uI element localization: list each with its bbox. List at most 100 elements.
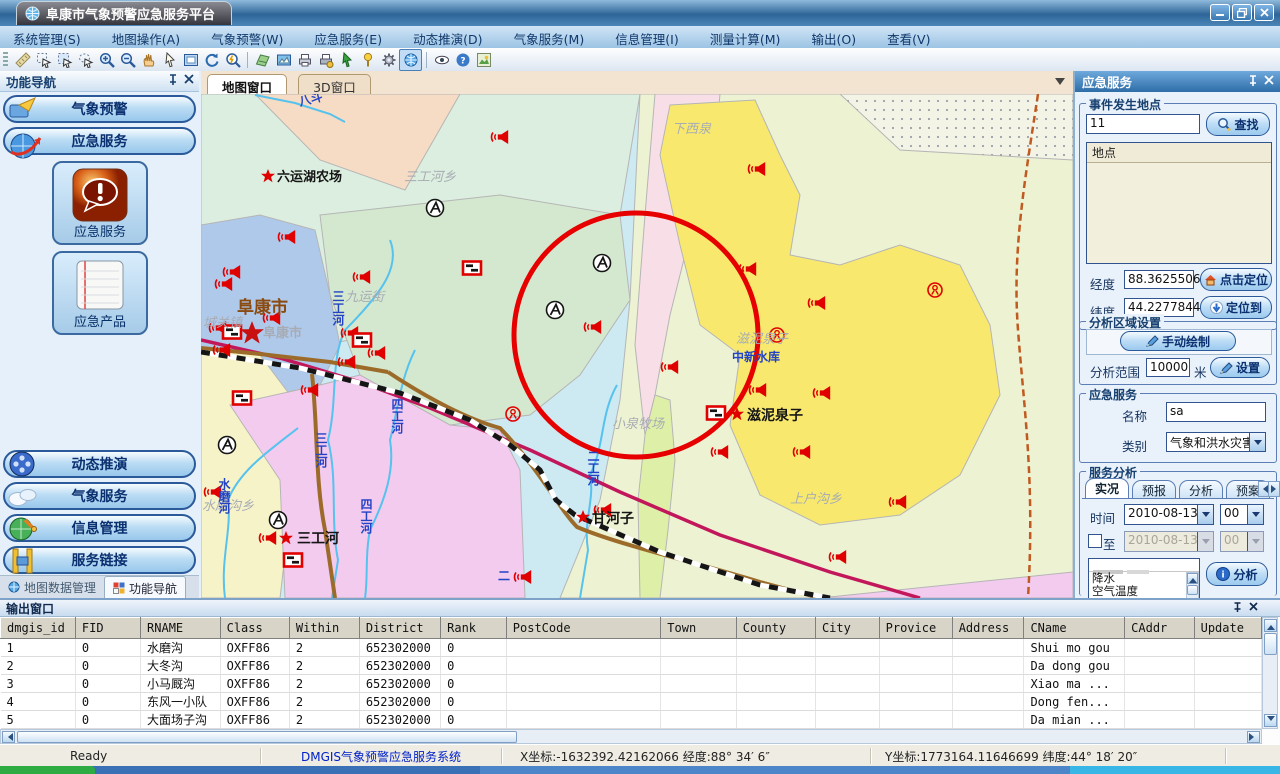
output-table-container[interactable]: dmgis_idFIDRNAMEClassWithinDistrictRankP… (0, 617, 1262, 729)
refresh-icon[interactable] (201, 50, 222, 70)
help-icon[interactable]: ? (452, 50, 473, 70)
station-flag-icon[interactable] (233, 392, 251, 405)
full-extent-icon[interactable] (180, 50, 201, 70)
select-arrow-icon[interactable] (33, 50, 54, 70)
swipe-eye-icon[interactable] (431, 50, 452, 70)
globe-service-icon[interactable] (399, 49, 422, 71)
menu-measurement[interactable]: 测量计算(M) (697, 26, 794, 48)
emergency-product-big-button[interactable]: 应急产品 (52, 251, 148, 335)
zoom-out-icon[interactable] (117, 50, 138, 70)
output-hscrollbar[interactable] (0, 729, 1262, 744)
locate-to-button[interactable]: 定位到 (1200, 296, 1272, 319)
column-header[interactable]: Within (289, 618, 359, 639)
map-svg[interactable]: 八斗 六运湖农场 三工河乡 下西泉 九运街 阜康市 城关镇 阜康市 滋泥泉子 中… (201, 94, 1073, 598)
nav-group-emergency-service[interactable]: 应急服务 (3, 127, 196, 155)
column-header[interactable]: FID (75, 618, 140, 639)
column-header[interactable]: County (736, 618, 815, 639)
column-header[interactable]: Update (1194, 618, 1261, 639)
pin-icon[interactable] (168, 74, 178, 86)
click-locate-button[interactable]: 点击定位 (1200, 268, 1272, 291)
analyze-button[interactable]: i 分析 (1206, 562, 1268, 586)
identify-cursor-icon[interactable] (336, 50, 357, 70)
nav-group-weather-warning[interactable]: 气象预警 (3, 95, 196, 123)
to-checkbox[interactable] (1088, 534, 1102, 548)
longitude-input[interactable]: 88.3625506 (1124, 270, 1194, 289)
nav-group-weather-service[interactable]: 气象服务 (3, 482, 196, 510)
close-icon[interactable] (184, 74, 194, 84)
pan-hand-icon[interactable] (138, 50, 159, 70)
hour-dropdown[interactable]: 00 (1220, 504, 1264, 525)
monument-circle-icon[interactable] (270, 512, 287, 529)
analysis-range-input[interactable]: 10000 (1146, 358, 1190, 377)
map-canvas[interactable]: 八斗 六运湖农场 三工河乡 下西泉 九运街 阜康市 城关镇 阜康市 滋泥泉子 中… (201, 94, 1073, 598)
tab-analysis[interactable]: 分析 (1179, 480, 1223, 498)
date-dropdown[interactable]: 2010-08-13 (1124, 504, 1214, 525)
column-header[interactable]: CName (1024, 618, 1125, 639)
menu-map-operations[interactable]: 地图操作(A) (99, 26, 193, 48)
location-list-header[interactable]: 地点 (1087, 143, 1271, 163)
table-row[interactable]: 30小马厩沟OXFF8626523020000Xiao ma ... (1, 675, 1262, 693)
scroll-up-icon[interactable] (1264, 619, 1277, 632)
location-list[interactable]: 地点 (1086, 142, 1272, 264)
column-header[interactable]: RNAME (141, 618, 221, 639)
dropdown-arrow-icon[interactable] (1197, 505, 1213, 524)
date-to-dropdown[interactable]: 2010-08-13 (1124, 531, 1214, 552)
find-button[interactable]: 查找 (1206, 112, 1270, 136)
menu-weather-service[interactable]: 气象服务(M) (501, 26, 598, 48)
menu-info-management[interactable]: 信息管理(I) (602, 26, 691, 48)
station-flag-icon[interactable] (707, 407, 725, 420)
column-header[interactable]: PostCode (506, 618, 661, 639)
menu-dynamic-simulation[interactable]: 动态推演(D) (400, 26, 495, 48)
menu-system[interactable]: 系统管理(S) (0, 26, 94, 48)
nav-group-dynamic-simulation[interactable]: 动态推演 (3, 450, 196, 478)
pin-marker-icon[interactable] (357, 50, 378, 70)
column-header[interactable]: Rank (441, 618, 507, 639)
tab-function-navigation[interactable]: 功能导航 (104, 576, 186, 599)
menu-emergency-service[interactable]: 应急服务(E) (301, 26, 395, 48)
emergency-service-big-button[interactable]: 应急服务 (52, 161, 148, 245)
dropdown-arrow-icon[interactable] (1247, 532, 1263, 551)
scroll-right-icon[interactable] (1247, 731, 1260, 743)
station-flag-icon[interactable] (463, 262, 481, 275)
dropdown-arrow-icon[interactable] (1197, 532, 1213, 551)
tab-live[interactable]: 实况 (1085, 478, 1129, 498)
hour-to-dropdown[interactable]: 00 (1220, 531, 1264, 552)
monument-circle-icon[interactable] (594, 255, 611, 272)
scroll-up-icon[interactable] (1187, 573, 1198, 584)
overview-image-icon[interactable] (473, 50, 494, 70)
station-flag-icon[interactable] (284, 554, 302, 567)
column-header[interactable]: Address (952, 618, 1024, 639)
table-row[interactable]: 40东风一小队OXFF8626523020000Dong fen... (1, 693, 1262, 711)
column-header[interactable]: Provice (879, 618, 952, 639)
menu-view[interactable]: 查看(V) (874, 26, 943, 48)
column-header[interactable]: CAddr (1125, 618, 1194, 639)
monument-circle-icon[interactable] (427, 200, 444, 217)
element-listbox[interactable]: 降水 空气温度 (1088, 558, 1200, 600)
print-setup-icon[interactable] (315, 50, 336, 70)
manual-draw-button[interactable]: 手动绘制 (1120, 331, 1236, 351)
column-header[interactable]: dmgis_id (1, 618, 76, 639)
listbox-scrollbar[interactable] (1186, 572, 1199, 599)
scroll-left-icon[interactable] (2, 731, 15, 743)
tab-map-data-management[interactable]: 地图数据管理 (0, 576, 104, 598)
service-type-dropdown[interactable]: 气象和洪水灾害 (1166, 432, 1266, 452)
monument-circle-icon[interactable] (219, 437, 236, 454)
table-row[interactable]: 10水磨沟OXFF8626523020000Shui mo gou (1, 639, 1262, 657)
close-icon[interactable] (1249, 602, 1258, 611)
table-row[interactable]: 20大冬沟OXFF8626523020000Da dong gou (1, 657, 1262, 675)
toolbar-grip[interactable] (3, 52, 8, 68)
menu-output[interactable]: 输出(O) (798, 26, 869, 48)
set-button[interactable]: 设置 (1210, 357, 1270, 378)
layers-map-icon[interactable] (252, 50, 273, 70)
export-image-icon[interactable] (273, 50, 294, 70)
location-search-input[interactable]: 11 (1086, 114, 1200, 134)
dropdown-arrow-icon[interactable] (1247, 505, 1263, 524)
close-icon[interactable] (1264, 75, 1274, 85)
monument-circle-icon[interactable] (547, 302, 564, 319)
table-row[interactable]: 50大面场子沟OXFF8626523020000Da mian ... (1, 711, 1262, 729)
restore-button[interactable] (1232, 4, 1252, 21)
minimize-button[interactable] (1210, 4, 1230, 21)
station-flag-icon[interactable] (353, 334, 371, 347)
pointer-icon[interactable] (159, 50, 180, 70)
print-icon[interactable] (294, 50, 315, 70)
